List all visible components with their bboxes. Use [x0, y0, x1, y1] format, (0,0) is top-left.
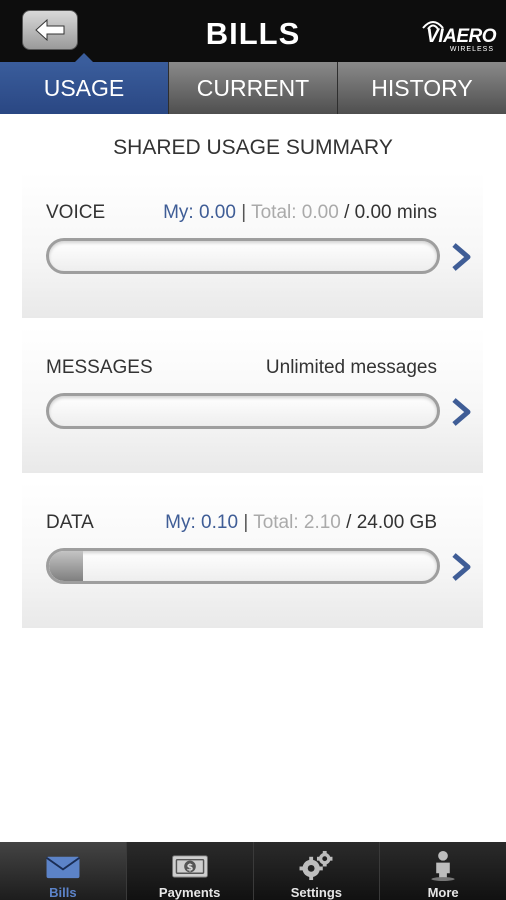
voice-values: My: 0.00 | Total: 0.00 / 0.00 mins — [163, 202, 437, 224]
gears-icon — [299, 850, 333, 881]
tab-bar: USAGE CURRENT HISTORY — [0, 53, 506, 114]
person-icon — [431, 850, 455, 881]
nav-settings[interactable]: Settings — [253, 842, 381, 900]
messages-usage-card[interactable]: MESSAGES Unlimited messages — [22, 327, 483, 473]
bottom-nav: Bills $ Payments Settings More — [0, 842, 506, 900]
logo-brand: VIAERO — [426, 26, 496, 47]
voice-cap: / 0.00 mins — [344, 202, 437, 223]
messages-progress-bar — [46, 393, 440, 429]
messages-label: MESSAGES — [46, 357, 153, 378]
chevron-right-icon[interactable] — [450, 397, 474, 427]
tab-current[interactable]: CURRENT — [169, 62, 338, 114]
data-progress-fill — [49, 551, 83, 581]
voice-usage-card[interactable]: VOICE My: 0.00 | Total: 0.00 / 0.00 mins — [22, 172, 483, 318]
tab-history[interactable]: HISTORY — [338, 62, 506, 114]
nav-more[interactable]: More — [380, 842, 506, 900]
tab-usage[interactable]: USAGE — [0, 53, 169, 114]
data-progress-bar — [46, 548, 440, 584]
data-label: DATA — [46, 512, 94, 533]
data-separator: | — [243, 512, 249, 533]
voice-progress-bar — [46, 238, 440, 274]
data-cap: / 24.00 GB — [346, 512, 437, 533]
logo-sub: WIRELESS — [449, 46, 494, 53]
nav-settings-label: Settings — [290, 885, 343, 900]
nav-bills[interactable]: Bills — [0, 842, 127, 900]
viaero-logo: VIAERO WIRELESS — [400, 14, 496, 53]
envelope-icon — [45, 856, 80, 879]
data-total-value: Total: 2.10 — [253, 512, 341, 533]
voice-my-value: My: 0.00 — [163, 202, 236, 223]
data-my-value: My: 0.10 — [165, 512, 239, 533]
voice-total-value: Total: 0.00 — [251, 202, 339, 223]
nav-payments-label: Payments — [158, 885, 221, 900]
nav-more-label: More — [427, 885, 459, 900]
voice-label: VOICE — [46, 202, 106, 223]
chevron-right-icon[interactable] — [450, 242, 474, 272]
data-values: My: 0.10 | Total: 2.10 / 24.00 GB — [165, 512, 437, 534]
messages-value: Unlimited messages — [265, 357, 437, 378]
dollar-bill-icon: $ — [171, 855, 208, 878]
nav-bills-label: Bills — [49, 885, 77, 900]
summary-heading: SHARED USAGE SUMMARY — [113, 136, 393, 159]
data-usage-card[interactable]: DATA My: 0.10 | Total: 2.10 / 24.00 GB — [22, 482, 483, 628]
svg-text:$: $ — [186, 862, 193, 873]
nav-payments[interactable]: $ Payments — [126, 842, 254, 900]
voice-separator: | — [241, 202, 247, 223]
chevron-right-icon[interactable] — [450, 552, 474, 582]
